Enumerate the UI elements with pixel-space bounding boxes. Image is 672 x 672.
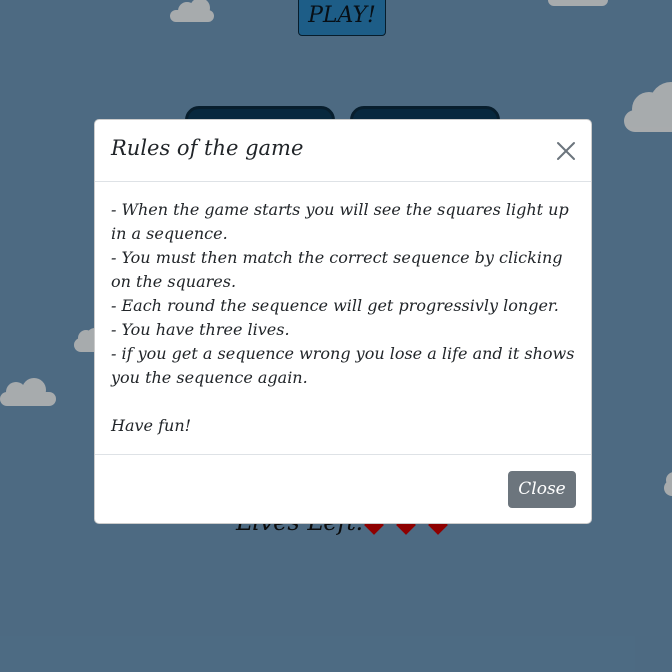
modal-header: Rules of the game xyxy=(95,120,591,182)
rule-text: - You have three lives. xyxy=(111,320,290,339)
modal-footer: Close xyxy=(95,454,591,523)
closing-text: Have fun! xyxy=(111,416,192,435)
modal-title: Rules of the game xyxy=(111,136,304,160)
modal-body: - When the game starts you will see the … xyxy=(111,198,581,438)
rule-text: - When the game starts you will see the … xyxy=(111,200,569,243)
rule-text: - Each round the sequence will get progr… xyxy=(111,296,559,315)
close-button[interactable]: Close xyxy=(508,471,576,508)
rules-modal: Rules of the game - When the game starts… xyxy=(94,119,592,524)
close-icon[interactable] xyxy=(553,138,579,164)
rule-text: - You must then match the correct sequen… xyxy=(111,248,563,291)
rule-text: - if you get a sequence wrong you lose a… xyxy=(111,344,575,387)
